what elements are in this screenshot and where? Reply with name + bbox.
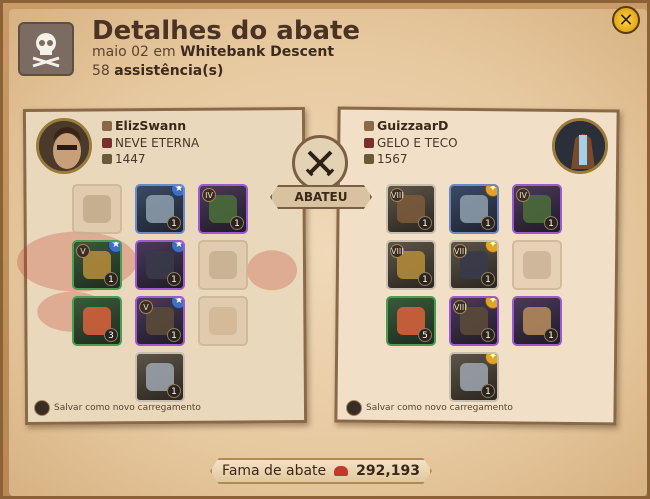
- victim-ip: 1567: [364, 152, 408, 166]
- quantity-badge: 3: [104, 328, 118, 342]
- tier-badge: VIII: [453, 244, 467, 258]
- quantity-badge: 1: [230, 216, 244, 230]
- kill-label: ABATEU: [270, 185, 372, 209]
- enchant-star-icon: ✦: [485, 186, 497, 197]
- victim-guild: GELO E TECO: [364, 136, 458, 150]
- player-icon: [364, 121, 374, 131]
- victim-slot-food[interactable]: 1: [512, 296, 562, 346]
- fame-value: 292,193: [356, 463, 420, 479]
- victim-slot-head[interactable]: 1 ✦: [449, 184, 499, 234]
- killer-slot-cape[interactable]: IV 1: [198, 184, 248, 234]
- quantity-badge: 1: [481, 216, 495, 230]
- tier-badge: V: [139, 300, 153, 314]
- killer-save-loadout[interactable]: Salvar como novo carregamento: [34, 400, 201, 416]
- bag-icon: [83, 195, 111, 223]
- tier-badge: VIII: [390, 244, 404, 258]
- kill-fame-banner: Fama de abate 292,193: [210, 458, 432, 484]
- page-title: Detalhes do abate: [92, 16, 361, 46]
- kill-location: Whitebank Descent: [180, 44, 335, 60]
- victim-slot-mainhand[interactable]: VIII 1: [386, 240, 436, 290]
- victim-save-loadout[interactable]: Salvar como novo carregamento: [346, 400, 513, 416]
- kill-date-location: maio 02 em Whitebank Descent: [92, 44, 334, 60]
- item-power-icon: [364, 154, 374, 164]
- offhand-icon: [209, 251, 237, 279]
- victim-slot-offhand: [512, 240, 562, 290]
- killer-name: ElizSwann: [102, 118, 186, 133]
- quantity-badge: 1: [167, 272, 181, 286]
- victim-slot-bag[interactable]: VIII 1: [386, 184, 436, 234]
- crossed-swords-icon: [292, 135, 348, 191]
- close-icon: ✕: [618, 9, 634, 31]
- assist-info: 58 assistência(s): [92, 63, 223, 79]
- victim-slot-shoes[interactable]: VIII 1 ✦: [449, 296, 499, 346]
- tier-badge: IV: [516, 188, 530, 202]
- guild-shield-icon: [102, 138, 112, 148]
- tier-badge: V: [76, 244, 90, 258]
- victim-slot-cape[interactable]: IV 1: [512, 184, 562, 234]
- assist-count: 58: [92, 63, 110, 79]
- killer-ip: 1447: [102, 152, 146, 166]
- quantity-badge: 1: [104, 272, 118, 286]
- tier-badge: VIII: [390, 188, 404, 202]
- killer-avatar[interactable]: [36, 118, 92, 174]
- tier-badge: IV: [202, 188, 216, 202]
- quantity-badge: 1: [418, 272, 432, 286]
- quantity-badge: 1: [481, 272, 495, 286]
- kill-date-em: em: [153, 44, 176, 60]
- quantity-badge: 1: [481, 328, 495, 342]
- enchant-star-icon: ★: [171, 186, 183, 197]
- enchant-star-icon: ★: [108, 242, 120, 253]
- fame-icon: [334, 466, 349, 476]
- tier-badge: VIII: [453, 300, 467, 314]
- killer-slot-mainhand[interactable]: V 1 ★: [72, 240, 122, 290]
- killer-slot-mount[interactable]: 1: [135, 352, 185, 402]
- close-button[interactable]: ✕: [612, 6, 640, 34]
- killer-slot-armor[interactable]: 1 ★: [135, 240, 185, 290]
- guild-shield-icon: [364, 138, 374, 148]
- enchant-star-icon: ✦: [485, 298, 497, 309]
- blood-splatter: [246, 250, 298, 291]
- quantity-badge: 1: [167, 328, 181, 342]
- victim-name: GuizzaarD: [364, 118, 448, 133]
- victim-slot-mount[interactable]: 1 ✦: [449, 352, 499, 402]
- quantity-badge: 1: [418, 216, 432, 230]
- skull-crossbones-icon: [18, 22, 74, 76]
- killer-slot-food: [198, 296, 248, 346]
- enchant-star-icon: ✦: [485, 242, 497, 253]
- assist-label: assistência(s): [114, 63, 224, 79]
- kill-date: maio 02: [92, 44, 149, 60]
- item-power-icon: [102, 154, 112, 164]
- fame-label: Fama de abate: [222, 463, 327, 479]
- food-icon: [209, 307, 237, 335]
- killer-slot-shoes[interactable]: V 1 ★: [135, 296, 185, 346]
- player-icon: [102, 121, 112, 131]
- quantity-badge: 1: [167, 384, 181, 398]
- quantity-badge: 1: [167, 216, 181, 230]
- quantity-badge: 1: [544, 216, 558, 230]
- enchant-star-icon: ★: [171, 298, 183, 309]
- killer-guild: NEVE ETERNA: [102, 136, 199, 150]
- victim-slot-potion[interactable]: 5: [386, 296, 436, 346]
- killer-slot-potion[interactable]: 3: [72, 296, 122, 346]
- offhand-icon: [523, 251, 551, 279]
- victim-avatar[interactable]: [552, 118, 608, 174]
- loadout-icon: [34, 400, 50, 416]
- killer-slot-head[interactable]: 1 ★: [135, 184, 185, 234]
- quantity-badge: 1: [544, 328, 558, 342]
- killer-slot-bag: [72, 184, 122, 234]
- loadout-icon: [346, 400, 362, 416]
- enchant-star-icon: ✦: [485, 354, 497, 365]
- quantity-badge: 5: [418, 328, 432, 342]
- killer-slot-offhand: [198, 240, 248, 290]
- enchant-star-icon: ★: [171, 242, 183, 253]
- quantity-badge: 1: [481, 384, 495, 398]
- victim-slot-armor[interactable]: VIII 1 ✦: [449, 240, 499, 290]
